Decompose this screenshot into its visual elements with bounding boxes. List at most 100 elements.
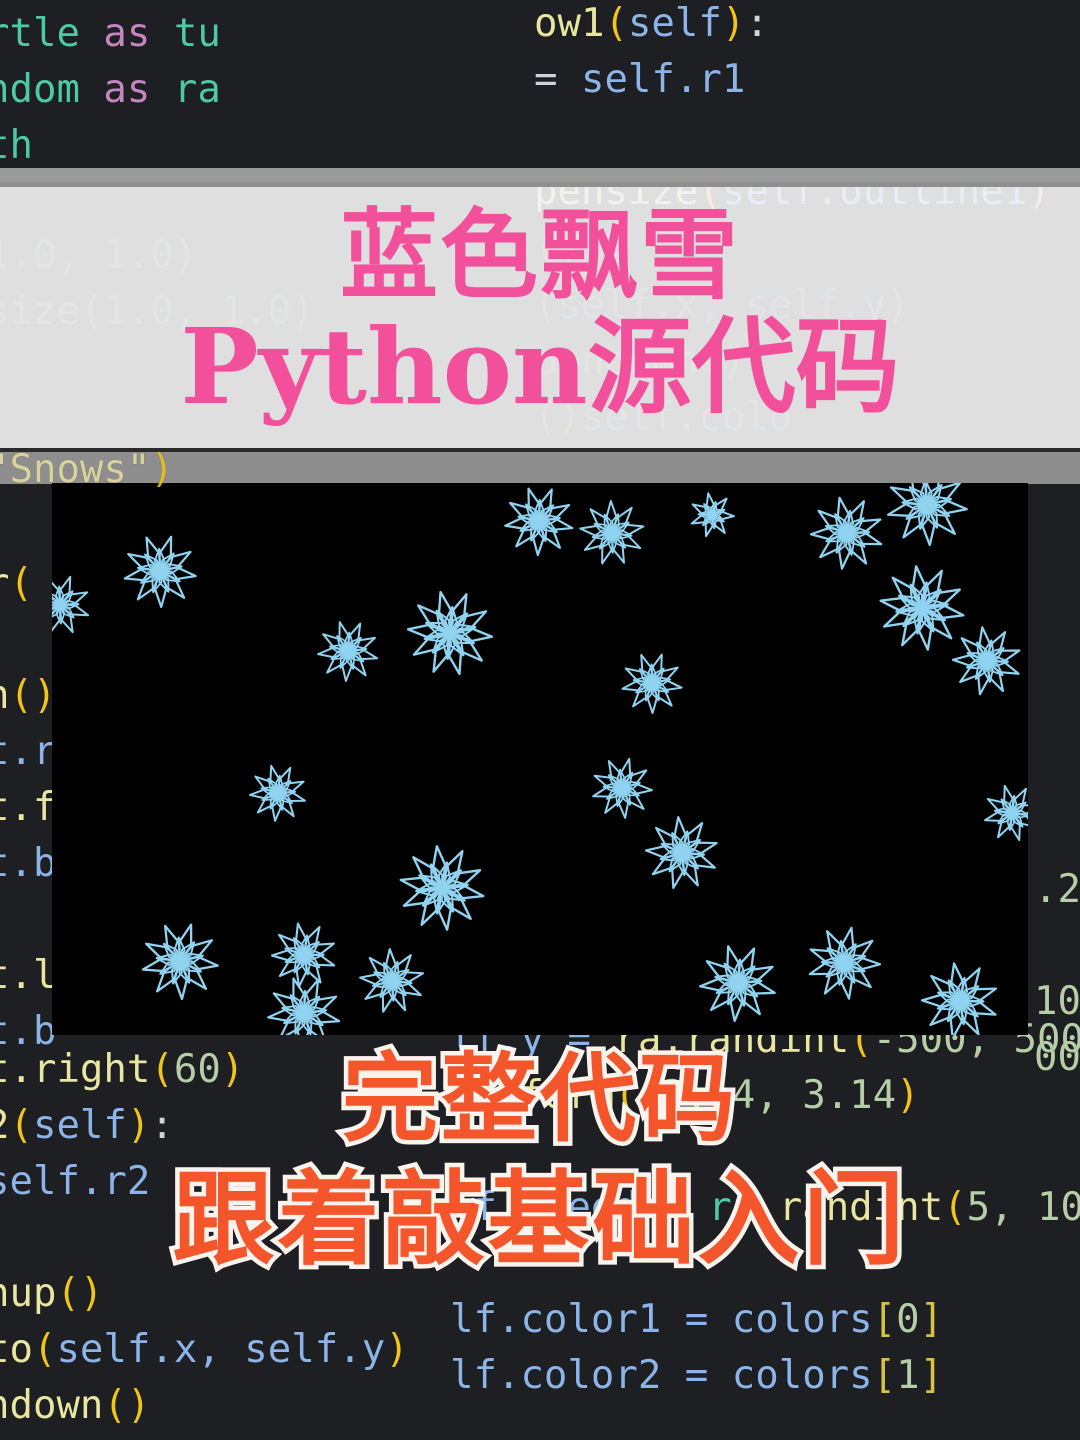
code-token: ra	[708, 1185, 756, 1230]
snowflake	[249, 764, 306, 822]
code-token: ndom	[0, 67, 80, 112]
code-token: ()	[9, 673, 57, 718]
snowflake	[808, 926, 882, 1000]
code-line: self.r2	[0, 1154, 456, 1210]
code-token: 60	[173, 1047, 221, 1092]
snowflake	[698, 945, 776, 1023]
code-token: self	[32, 1103, 127, 1148]
code-token: :	[745, 1, 769, 46]
turtle-drawing-canvas	[52, 483, 1028, 1035]
code-token: ]	[919, 1353, 944, 1398]
code-line: lf.speed = ra.randint(5, 10)	[450, 1180, 1080, 1236]
code-token: -3.14, 3.14	[637, 1073, 897, 1118]
snowflake	[592, 757, 653, 819]
code-line: n()	[0, 668, 56, 724]
title-line-2-latin: Python	[180, 305, 588, 428]
code-token: th	[0, 123, 33, 168]
code-line: ndown()	[0, 1378, 456, 1434]
code-line: rtle as tu	[0, 6, 221, 62]
snowflake	[406, 590, 494, 676]
code-token: [	[872, 1297, 897, 1342]
code-token: .25	[1034, 867, 1080, 912]
snowflake	[879, 565, 965, 651]
code-line: ndom as ra	[0, 62, 221, 118]
title-banner-text-group: 蓝色飘雪 Python源代码	[0, 187, 1080, 448]
snowflake	[644, 816, 718, 890]
snowflake	[317, 621, 379, 682]
snowflake	[141, 923, 219, 1001]
code-token: )	[126, 1103, 151, 1148]
code-token: (	[9, 561, 33, 606]
code-line: nup()	[0, 1266, 456, 1322]
code-token: ()	[103, 1383, 151, 1428]
snowflake	[399, 845, 485, 931]
snowflake	[690, 492, 735, 538]
code-token: lf.color2 = colors	[450, 1353, 873, 1398]
code-token: self	[627, 1, 722, 46]
code-token: rtle	[0, 11, 80, 56]
code-line: .25	[1034, 862, 1080, 918]
code-token: ra	[173, 67, 221, 112]
snowflake	[359, 948, 425, 1013]
code-token: )	[150, 447, 174, 492]
code-token: 0	[896, 1297, 920, 1342]
code-line: "Snows")	[0, 442, 174, 498]
code-line: 2(self):	[0, 1098, 456, 1154]
code-token: )	[721, 1, 746, 46]
snowflake	[270, 922, 336, 988]
snowflake	[983, 784, 1028, 842]
snowflake	[267, 977, 341, 1035]
code-token: t.r	[0, 729, 57, 774]
snowflake	[504, 487, 574, 557]
title-line-1: 蓝色飘雪	[339, 199, 740, 313]
code-token: (	[32, 1327, 57, 1372]
snowflake-field	[52, 483, 1028, 1035]
snowflake	[123, 535, 197, 609]
code-token: "Snows"	[0, 447, 151, 492]
code-line: to(self.x, self.y)	[0, 1322, 456, 1378]
code-line: t.b	[0, 836, 56, 892]
code-token: :	[150, 1103, 174, 1148]
code-token: self.r2	[0, 1159, 151, 1204]
code-line: lf.color1 = colors[0]	[450, 1292, 1080, 1348]
code-token: (	[614, 1073, 638, 1118]
code-block-banner-bottom-strip: "Snows")	[0, 442, 174, 498]
code-line: t.l	[0, 948, 56, 1004]
code-token: 1	[896, 1353, 920, 1398]
code-token: as	[103, 67, 174, 112]
code-token: tu	[173, 11, 221, 56]
code-block-top-left: rtle as tundom as rath	[0, 6, 221, 174]
snowflake	[809, 496, 883, 570]
code-token: to	[0, 1327, 33, 1372]
code-line: th	[0, 118, 221, 174]
title-banner: 蓝色飘雪 Python源代码	[0, 182, 1080, 452]
code-line: uniform(-3.14, 3.14)	[450, 1068, 1080, 1124]
code-token: uniform	[450, 1073, 615, 1118]
title-line-2-cjk: 源代码	[587, 306, 900, 428]
code-block-bottom-left: t.right(60)2(self):self.r2 nup()to(self.…	[0, 1042, 456, 1440]
video-thumbnail-screenshot: rtle as tundom as rath ow1(self):= self.…	[0, 0, 1080, 1440]
code-token: [	[872, 1353, 897, 1398]
code-line: t.r	[0, 724, 56, 780]
code-line: ow1(self):	[534, 0, 1051, 52]
code-token: .randint	[755, 1185, 944, 1230]
code-token: t.b	[0, 841, 57, 886]
code-token: nup	[0, 1271, 57, 1316]
code-token: 5, 10	[966, 1185, 1080, 1230]
code-token: lf.color1 = colors	[450, 1297, 873, 1342]
snowflake	[579, 500, 645, 565]
code-block-middle-left: r( n()t.rt.ft.b t.lt.b	[0, 556, 56, 1060]
snowflake	[951, 626, 1021, 696]
snowflake	[52, 575, 90, 635]
code-line: t.right(60)	[0, 1042, 456, 1098]
code-line: = self.r1	[534, 52, 1051, 108]
code-line: t.f	[0, 780, 56, 836]
code-block-bottom-right: lf.y = ra.randint(-500, 500)uniform(-3.1…	[450, 1012, 1080, 1440]
code-token: )	[385, 1327, 409, 1372]
code-token: (	[604, 1, 628, 46]
